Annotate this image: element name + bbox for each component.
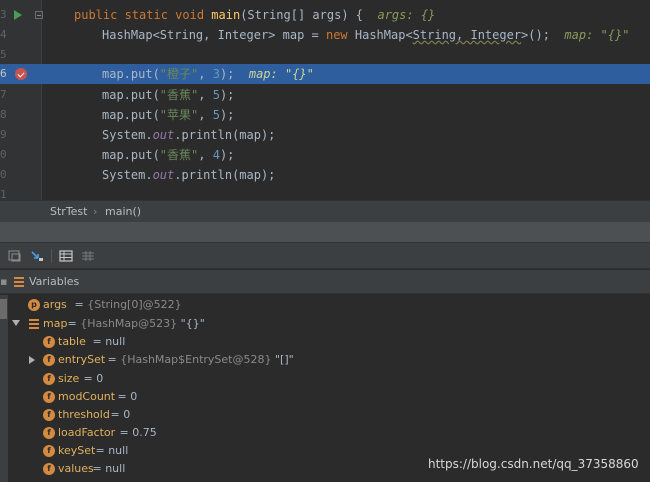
variables-panel-header: ▪ Variables xyxy=(0,270,650,294)
variable-value: = {HashMap@523} "{}" xyxy=(64,317,205,330)
inline-hint: map: "{}" xyxy=(564,28,630,42)
restore-layout-icon[interactable] xyxy=(8,250,22,262)
variable-name: size xyxy=(58,372,80,385)
code-text: map.put("苹果", 5); xyxy=(102,108,235,122)
chevron-down-icon[interactable] xyxy=(12,320,20,326)
variable-name: loadFactor xyxy=(58,426,116,439)
debug-toolbar xyxy=(0,243,650,269)
line-number: 7 xyxy=(0,88,7,101)
variable-value: = null xyxy=(89,462,126,475)
line-number: 6 xyxy=(0,67,7,80)
parameter-icon: p xyxy=(28,299,40,311)
line-number: 3 xyxy=(0,8,7,21)
variable-value: = null xyxy=(89,335,126,348)
line-number: 8 xyxy=(0,108,7,121)
gutter-cell[interactable]: 0 xyxy=(0,145,42,165)
gutter-cell[interactable]: 1 xyxy=(0,185,42,200)
watermark-text: https://blog.csdn.net/qq_37358860 xyxy=(428,457,639,471)
chevron-right-icon[interactable] xyxy=(29,356,35,364)
chevron-right-icon: › xyxy=(93,205,98,218)
code-line[interactable]: 8 map.put("苹果", 5); xyxy=(0,105,650,125)
gutter-cell[interactable]: 0 xyxy=(0,165,42,185)
debug-tool-window-header xyxy=(0,222,650,243)
field-icon: f xyxy=(43,445,55,457)
step-out-icon[interactable] xyxy=(30,250,44,262)
variable-name: args xyxy=(43,298,67,311)
breadcrumb-method[interactable]: main() xyxy=(105,201,141,223)
line-number: 0 xyxy=(0,148,7,161)
variable-row-loadfactor[interactable]: f loadFactor = 0.75 xyxy=(0,424,650,442)
final-field-icon: f xyxy=(43,427,55,439)
code-editor[interactable]: 3 public static void main(String[] args)… xyxy=(0,0,650,200)
variable-row-size[interactable]: f size = 0 xyxy=(0,370,650,388)
breakpoint-icon[interactable] xyxy=(15,68,27,80)
code-line[interactable]: 1 xyxy=(0,185,650,200)
table-view-icon[interactable] xyxy=(59,250,73,262)
field-icon: f xyxy=(43,336,55,348)
code-text: public static void main(String[] args) {… xyxy=(74,8,436,22)
gutter-cell[interactable]: 4 xyxy=(0,25,42,45)
variable-value: = null xyxy=(92,444,129,457)
code-line[interactable]: 5 xyxy=(0,45,650,65)
code-line[interactable]: 7 map.put("香蕉", 5); xyxy=(0,85,650,105)
code-line[interactable]: 0 map.put("香蕉", 4); xyxy=(0,145,650,165)
variable-value: = 0 xyxy=(80,372,104,385)
variable-value: = 0.75 xyxy=(116,426,157,439)
variable-name: threshold xyxy=(58,408,110,421)
code-line[interactable]: 3 public static void main(String[] args)… xyxy=(0,5,650,25)
variable-value: = 0 xyxy=(107,408,131,421)
variable-row-threshold[interactable]: f threshold = 0 xyxy=(0,406,650,424)
variable-name: keySet xyxy=(58,444,96,457)
field-icon: f xyxy=(43,409,55,421)
variable-row-modcount[interactable]: f modCount = 0 xyxy=(0,388,650,406)
code-text: map.put("橙子", 3); map: "{}" xyxy=(102,67,314,81)
line-number: 1 xyxy=(0,188,7,200)
code-line[interactable]: 4 HashMap<String, Integer> map = new Has… xyxy=(0,25,650,45)
variable-value: = {String[0]@522} xyxy=(71,298,182,311)
code-line[interactable]: 9 System.out.println(map); xyxy=(0,125,650,145)
line-number: 0 xyxy=(0,168,7,181)
breadcrumb-class[interactable]: StrTest xyxy=(50,201,87,223)
variable-value: = {HashMap$EntrySet@528} "[]" xyxy=(104,353,294,366)
layout-settings-icon[interactable] xyxy=(81,250,95,262)
variables-title: Variables xyxy=(29,275,80,288)
code-line-current-execution[interactable]: 6 map.put("橙子", 3); map: "{}" xyxy=(0,64,650,84)
gutter-cell[interactable]: 5 xyxy=(0,45,42,65)
line-number: 5 xyxy=(0,48,7,61)
inline-hint: map: "{}" xyxy=(248,67,314,81)
variable-value: = 0 xyxy=(114,390,138,403)
variable-row-args[interactable]: p args = {String[0]@522} xyxy=(0,296,650,314)
gutter-cell[interactable]: 8 xyxy=(0,105,42,125)
variable-row-entryset[interactable]: f entrySet = {HashMap$EntrySet@528} "[]" xyxy=(0,351,650,369)
gutter-cell[interactable]: 3 xyxy=(0,5,43,25)
code-text: map.put("香蕉", 5); xyxy=(102,88,235,102)
field-icon: f xyxy=(43,463,55,475)
variable-row-map[interactable]: map = {HashMap@523} "{}" xyxy=(0,315,650,333)
gutter-cell[interactable]: 9 xyxy=(0,125,42,145)
variables-icon xyxy=(14,277,24,287)
line-number: 4 xyxy=(0,28,7,41)
code-text: map.put("香蕉", 4); xyxy=(102,148,235,162)
fold-icon[interactable] xyxy=(35,11,43,19)
gutter-cell[interactable]: 7 xyxy=(0,85,42,105)
variable-name: table xyxy=(58,335,86,348)
inline-hint: args: {} xyxy=(377,8,436,22)
variable-row-table[interactable]: f table = null xyxy=(0,333,650,351)
run-icon[interactable] xyxy=(14,10,22,20)
variable-name: entrySet xyxy=(58,353,106,366)
code-text: System.out.println(map); xyxy=(102,168,276,182)
code-text: HashMap<String, Integer> map = new HashM… xyxy=(102,28,630,42)
gutter-cell[interactable]: 6 xyxy=(0,64,42,84)
code-line[interactable]: 0 System.out.println(map); xyxy=(0,165,650,185)
code-text: System.out.println(map); xyxy=(102,128,276,142)
field-icon: f xyxy=(43,354,55,366)
variable-name: modCount xyxy=(58,390,116,403)
line-number: 9 xyxy=(0,128,7,141)
object-icon xyxy=(29,319,39,329)
breadcrumb: StrTest › main() xyxy=(0,200,650,222)
field-icon: f xyxy=(43,373,55,385)
panel-menu-icon[interactable]: ▪ xyxy=(0,270,7,294)
field-icon: f xyxy=(43,391,55,403)
toolbar-separator xyxy=(51,249,52,263)
